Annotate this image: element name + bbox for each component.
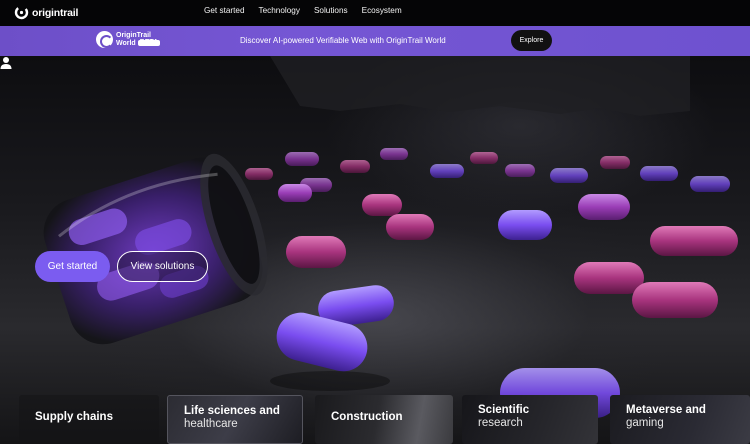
beta-badge: BETA — [137, 38, 161, 46]
card-label: Life sciences and healthcare — [184, 405, 280, 430]
nav-item-technology[interactable]: Technology — [259, 6, 300, 15]
explore-button[interactable]: Explore — [511, 30, 552, 51]
main-menu: Get started Technology Solutions Ecosyst… — [204, 6, 402, 15]
card-scientific-research[interactable]: Scientific research — [462, 395, 598, 444]
banner-message: Discover AI-powered Verifiable Web with … — [240, 36, 446, 45]
origintrail-logo-icon — [14, 5, 29, 20]
origintrail-world-brand[interactable]: OriginTrail World BETA — [96, 31, 161, 48]
nav-item-solutions[interactable]: Solutions — [314, 6, 348, 15]
card-metaverse-gaming[interactable]: Metaverse and gaming — [610, 395, 750, 444]
card-supply-chains[interactable]: Supply chains — [19, 395, 159, 444]
card-label: Supply chains — [35, 411, 113, 423]
top-nav: origintrail Get started Technology Solut… — [0, 0, 750, 26]
logo-text: origintrail — [32, 6, 79, 19]
page: origintrail Get started Technology Solut… — [0, 0, 750, 444]
get-started-button[interactable]: Get started — [35, 251, 110, 282]
user-icon[interactable] — [0, 56, 12, 70]
card-label: Metaverse and gaming — [626, 404, 706, 429]
brand-line-2: World — [116, 39, 136, 47]
view-solutions-button[interactable]: View solutions — [117, 251, 208, 282]
origintrail-logo[interactable]: origintrail — [14, 5, 78, 20]
card-label: Construction — [331, 411, 403, 423]
nav-item-ecosystem[interactable]: Ecosystem — [362, 6, 402, 15]
card-label: Scientific research — [478, 404, 530, 429]
hero-background-image — [43, 56, 738, 418]
announcement-banner: OriginTrail World BETA Discover AI-powere… — [0, 26, 750, 56]
origintrail-world-icon — [96, 31, 113, 48]
card-life-sciences[interactable]: Life sciences and healthcare — [167, 395, 303, 444]
nav-item-get-started[interactable]: Get started — [204, 6, 245, 15]
hero-section: Get started View solutions Supply chains… — [0, 56, 750, 444]
card-construction[interactable]: Construction — [315, 395, 453, 444]
